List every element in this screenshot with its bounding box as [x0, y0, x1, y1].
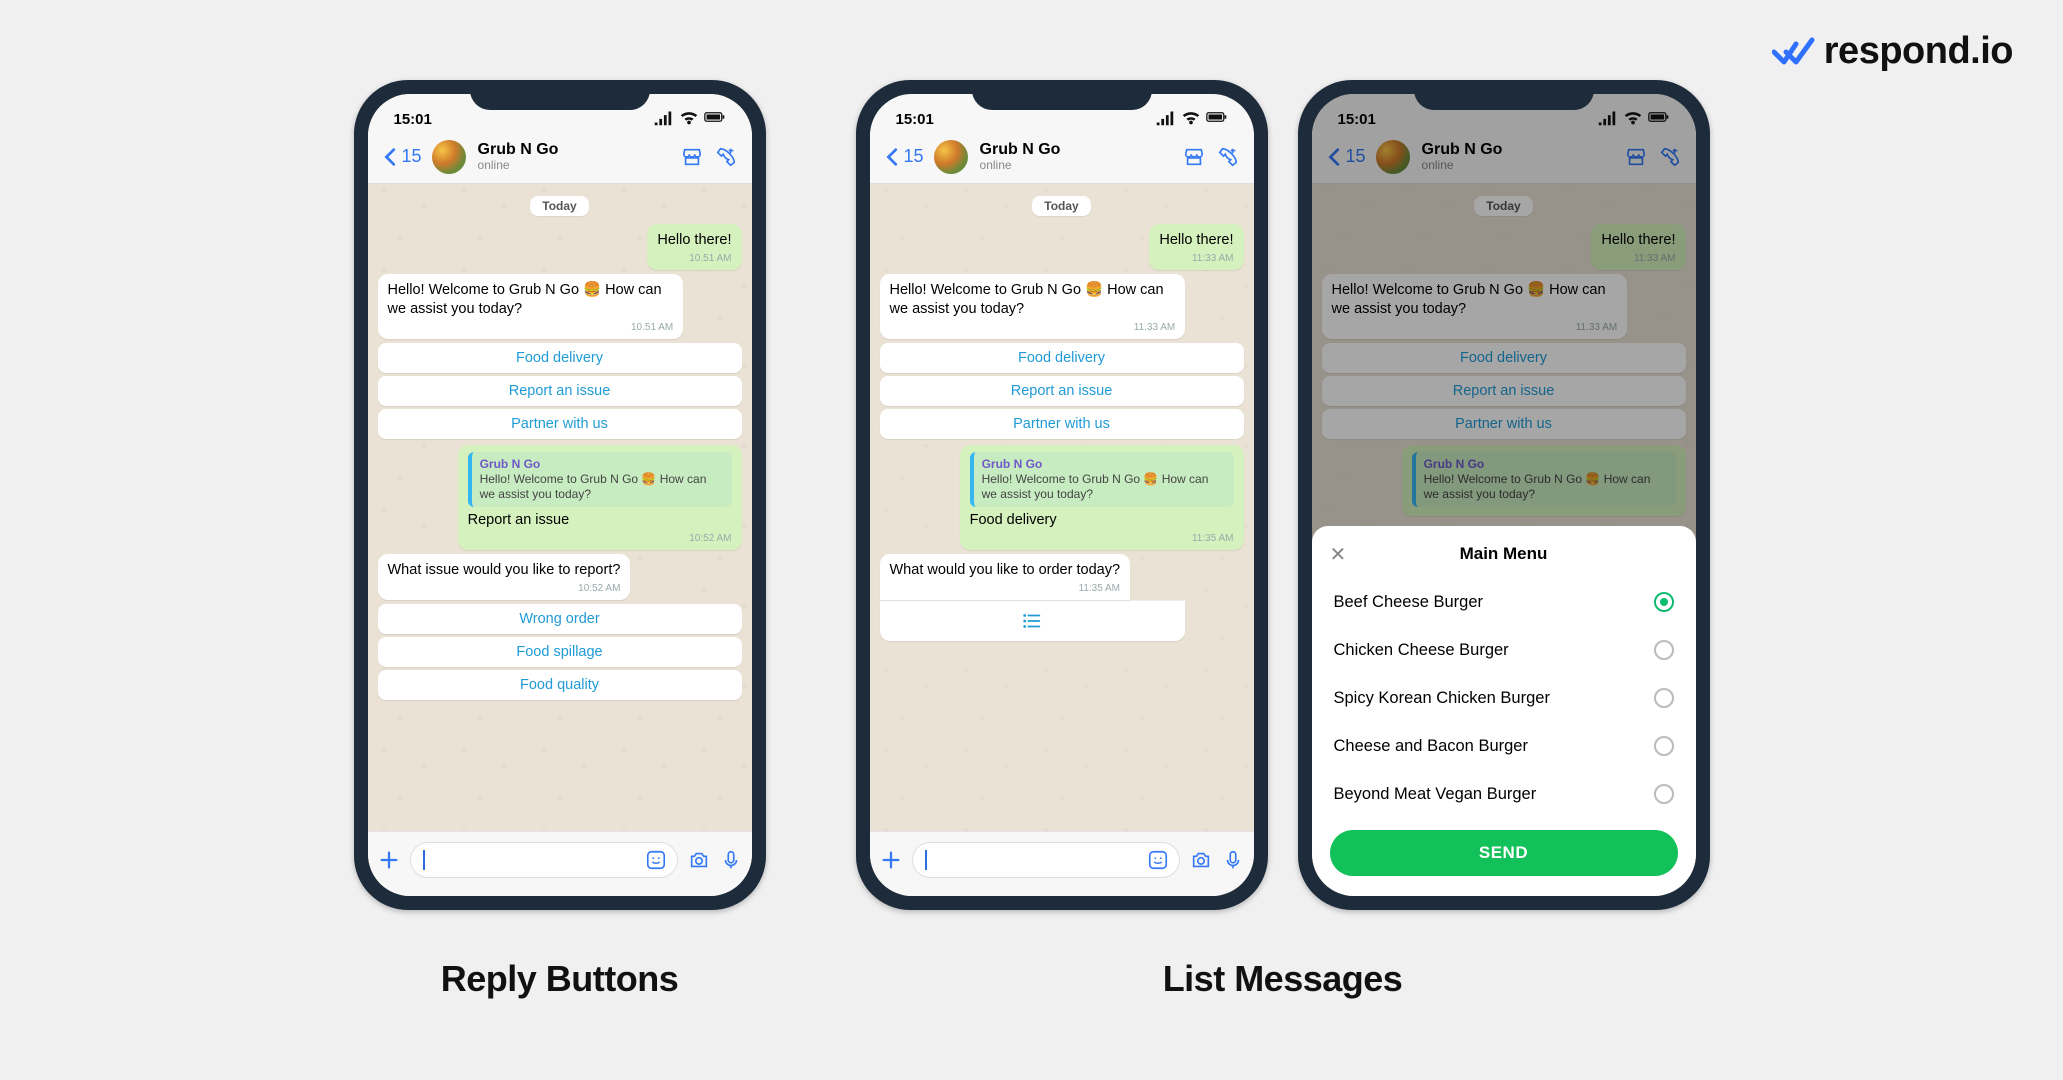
- list-option[interactable]: Spicy Korean Chicken Burger: [1312, 674, 1696, 722]
- reply-btn-issue[interactable]: Report an issue: [880, 376, 1244, 406]
- avatar[interactable]: [934, 140, 968, 174]
- list-sheet: ✕ Main Menu Beef Cheese BurgerChicken Ch…: [1312, 526, 1696, 896]
- contact-status: online: [478, 159, 672, 172]
- msg-in-followup[interactable]: What would you like to order today? 11:3…: [880, 554, 1131, 600]
- caption-list: List Messages: [1163, 958, 1403, 1000]
- camera-icon[interactable]: [688, 849, 710, 871]
- sticker-icon[interactable]: [645, 849, 667, 871]
- msg-out-reply[interactable]: Grub N Go Hello! Welcome to Grub N Go 🍔 …: [458, 445, 742, 550]
- reply-btn-quality[interactable]: Food quality: [378, 670, 742, 700]
- reply-btn-food[interactable]: Food delivery: [378, 343, 742, 373]
- avatar[interactable]: [432, 140, 466, 174]
- back-button[interactable]: 15: [380, 146, 422, 168]
- chevron-left-icon: [380, 146, 402, 168]
- phone-list-open: 15:01 15 Grub N Go online: [1298, 80, 1710, 910]
- composer: [368, 831, 752, 896]
- plus-icon[interactable]: [880, 849, 902, 871]
- msg-out-hello[interactable]: Hello there! 11:33 AM: [1149, 224, 1243, 270]
- radio-icon[interactable]: [1654, 784, 1674, 804]
- close-icon[interactable]: ✕: [1330, 542, 1347, 567]
- quote: Grub N Go Hello! Welcome to Grub N Go 🍔 …: [468, 452, 732, 508]
- plus-icon[interactable]: [378, 849, 400, 871]
- mic-icon[interactable]: [720, 849, 742, 871]
- reply-btn-issue[interactable]: Report an issue: [378, 376, 742, 406]
- status-icons: [652, 106, 726, 128]
- list-option[interactable]: Cheese and Bacon Burger: [1312, 722, 1696, 770]
- brand-checkmarks-icon: [1772, 36, 1816, 68]
- signal-icon: [1154, 106, 1176, 128]
- msg-in-welcome[interactable]: Hello! Welcome to Grub N Go 🍔 How can we…: [378, 274, 684, 339]
- clock: 15:01: [394, 111, 432, 128]
- reply-btn-partner[interactable]: Partner with us: [880, 409, 1244, 439]
- wifi-icon: [678, 106, 700, 128]
- sheet-title: Main Menu: [1460, 544, 1548, 564]
- list-option[interactable]: Beef Cheese Burger: [1312, 578, 1696, 626]
- contact-block[interactable]: Grub N Go online: [478, 141, 672, 172]
- battery-icon: [704, 106, 726, 128]
- caption-reply: Reply Buttons: [441, 958, 679, 1000]
- msg-out-reply[interactable]: Grub N Go Hello! Welcome to Grub N Go 🍔 …: [960, 445, 1244, 550]
- brand-logo: respond.io: [1772, 30, 2013, 73]
- radio-icon[interactable]: [1654, 736, 1674, 756]
- radio-icon[interactable]: [1654, 640, 1674, 660]
- unread-count: 15: [402, 146, 422, 167]
- radio-icon[interactable]: [1654, 688, 1674, 708]
- list-icon: [1021, 610, 1043, 632]
- list-option[interactable]: Chicken Cheese Burger: [1312, 626, 1696, 674]
- reply-btn-spillage[interactable]: Food spillage: [378, 637, 742, 667]
- chat-header: 15 Grub N Go online: [368, 130, 752, 184]
- shop-icon[interactable]: [678, 143, 706, 171]
- sticker-icon[interactable]: [1147, 849, 1169, 871]
- reply-button-group-2: Wrong order Food spillage Food quality: [378, 604, 742, 700]
- message-input[interactable]: [912, 842, 1180, 878]
- contact-name: Grub N Go: [478, 141, 672, 159]
- radio-icon[interactable]: [1654, 592, 1674, 612]
- msg-in-followup[interactable]: What issue would you like to report? 10:…: [378, 554, 631, 600]
- signal-icon: [652, 106, 674, 128]
- reply-btn-partner[interactable]: Partner with us: [378, 409, 742, 439]
- phone-reply-buttons: 15:01 15 Grub N Go online: [354, 80, 766, 910]
- phone-list-closed: 15:01 15 Grub N Go online: [856, 80, 1268, 910]
- reply-btn-wrong-order[interactable]: Wrong order: [378, 604, 742, 634]
- send-button[interactable]: SEND: [1330, 830, 1678, 876]
- wifi-icon: [1180, 106, 1202, 128]
- list-option[interactable]: Beyond Meat Vegan Burger: [1312, 770, 1696, 818]
- shop-icon[interactable]: [1180, 143, 1208, 171]
- call-icon[interactable]: [1214, 143, 1242, 171]
- list-trigger[interactable]: [880, 600, 1186, 641]
- msg-in-welcome[interactable]: Hello! Welcome to Grub N Go 🍔 How can we…: [880, 274, 1186, 339]
- camera-icon[interactable]: [1190, 849, 1212, 871]
- msg-out-hello[interactable]: Hello there! 10.51 AM: [647, 224, 741, 270]
- message-input[interactable]: [410, 842, 678, 878]
- chat-area[interactable]: Today Hello there! 10.51 AM Hello! Welco…: [368, 184, 752, 896]
- day-chip: Today: [530, 196, 588, 216]
- battery-icon: [1206, 106, 1228, 128]
- reply-button-group-1: Food delivery Report an issue Partner wi…: [378, 343, 742, 439]
- brand-name: respond.io: [1824, 30, 2013, 73]
- reply-btn-food[interactable]: Food delivery: [880, 343, 1244, 373]
- back-button[interactable]: 15: [882, 146, 924, 168]
- call-icon[interactable]: [712, 143, 740, 171]
- mic-icon[interactable]: [1222, 849, 1244, 871]
